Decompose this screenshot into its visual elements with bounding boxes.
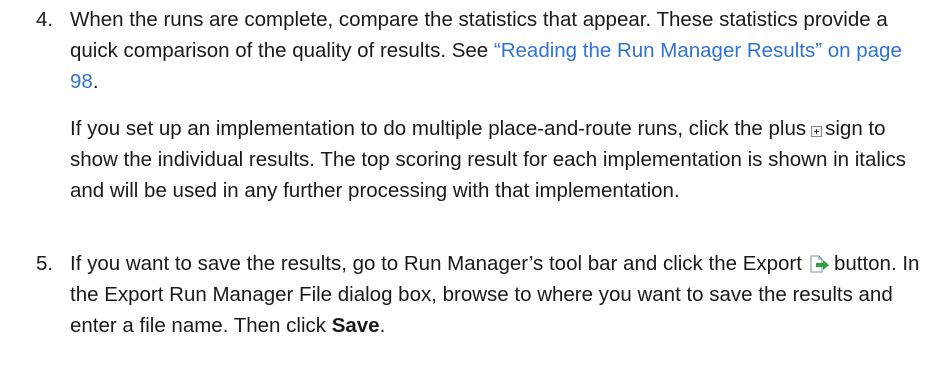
save-label: Save [331,314,380,337]
step-4-number: 4. [36,8,54,31]
step-5-number: 5. [36,252,54,275]
step-5-text-a: If you want to save the results, go to R… [70,252,802,275]
export-icon [810,255,829,273]
step-4: 4. When the runs are complete, compare t… [36,4,920,206]
step-5-period: . [379,314,386,337]
step-5-paragraph: If you want to save the results, go to R… [70,248,920,341]
step-4-text-a: If you set up an implementation to do mu… [70,117,807,140]
step-4-paragraph-1: When the runs are complete, compare the … [70,4,920,97]
step-4-period: . [92,70,99,93]
step-5: 5. If you want to save the results, go t… [36,248,920,341]
plus-icon [811,126,823,137]
step-4-paragraph-2: If you set up an implementation to do mu… [70,113,920,206]
